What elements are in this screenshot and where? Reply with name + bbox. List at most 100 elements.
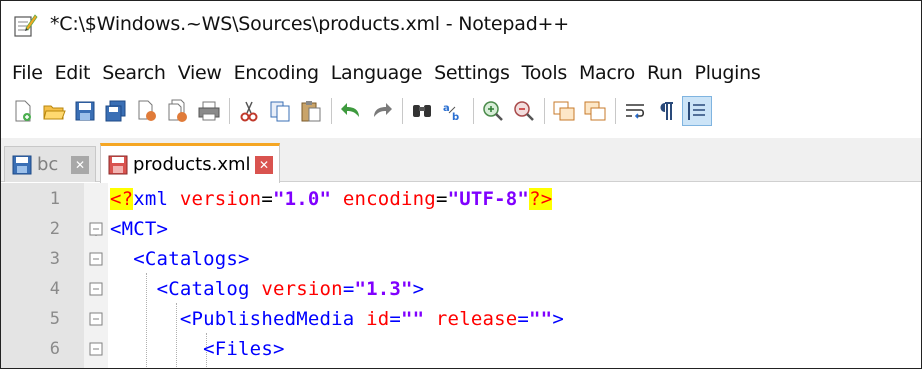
line-number: 3 <box>49 249 60 269</box>
sync-vertical-button[interactable] <box>549 96 579 126</box>
code-token-tag: = <box>389 308 401 330</box>
menu-plugins[interactable]: Plugins <box>691 62 767 84</box>
code-line: 5 <PublishedMedia id="" release=""> <box>0 305 922 335</box>
code-token-tag: > <box>552 308 564 330</box>
menu-tools[interactable]: Tools <box>518 62 573 84</box>
code-token-tag: = <box>342 278 355 300</box>
paste-button[interactable] <box>296 96 326 126</box>
cut-icon <box>240 101 258 122</box>
word-wrap-icon <box>626 104 645 119</box>
word-wrap-button[interactable] <box>620 96 650 126</box>
code-token-attr: encoding <box>342 188 436 210</box>
code-token-tag: > <box>412 278 425 300</box>
redo-button[interactable] <box>367 96 397 126</box>
sync-horizontal-button[interactable] <box>580 96 610 126</box>
code-line: 6 <Files> <box>0 335 922 365</box>
code-token-pi: <? <box>110 188 134 210</box>
unsaved-file-icon <box>108 155 128 174</box>
menu-language[interactable]: Language <box>327 62 428 84</box>
menu-view[interactable]: View <box>174 62 228 84</box>
redo-icon <box>374 103 392 117</box>
menu-search[interactable]: Search <box>98 62 171 84</box>
cut-button[interactable] <box>234 96 264 126</box>
save-all-icon <box>105 100 126 122</box>
save-icon <box>75 101 95 121</box>
code-token-attr: version <box>179 188 262 210</box>
menu-encoding[interactable]: Encoding <box>230 62 325 84</box>
show-all-chars-icon <box>660 102 673 120</box>
line-number: 6 <box>49 339 60 359</box>
code-token-str: "1.3" <box>354 278 413 300</box>
zoom-in-button[interactable] <box>478 96 508 126</box>
menu-run[interactable]: Run <box>643 62 689 84</box>
code-token-name: xml <box>133 188 169 210</box>
menu-file[interactable]: File <box>8 62 49 84</box>
fold-toggle-icon[interactable] <box>89 222 103 236</box>
close-all-button[interactable] <box>163 96 193 126</box>
menu-macro[interactable]: Macro <box>575 62 641 84</box>
window-title: *C:\$Windows.~WS\Sources\products.xml - … <box>50 13 569 35</box>
save-button[interactable] <box>70 96 100 126</box>
close-button[interactable] <box>132 96 162 126</box>
code-text: <PublishedMedia id="" release=""> <box>110 308 564 330</box>
close-icon <box>138 100 156 121</box>
fold-toggle-icon[interactable] <box>89 312 103 326</box>
menu-edit[interactable]: Edit <box>51 62 97 84</box>
code-token-plain: = <box>435 188 448 210</box>
copy-icon <box>270 101 290 122</box>
fold-toggle-icon[interactable] <box>89 282 103 296</box>
new-file-button[interactable] <box>8 96 38 126</box>
code-text: <Catalog version="1.3"> <box>110 278 425 300</box>
replace-icon: ab <box>443 103 459 123</box>
find-button[interactable] <box>407 96 437 126</box>
zoom-in-icon <box>483 101 503 121</box>
zoom-out-icon <box>514 101 534 121</box>
line-number: 1 <box>49 189 60 209</box>
menu-settings[interactable]: Settings <box>430 62 516 84</box>
code-line: 2 <MCT> <box>0 215 922 245</box>
undo-button[interactable] <box>336 96 366 126</box>
open-file-button[interactable] <box>39 96 69 126</box>
line-number: 4 <box>49 279 60 299</box>
fold-toggle-icon[interactable] <box>89 252 103 266</box>
code-token-pi: ?> <box>529 188 553 210</box>
toolbar-separator <box>402 98 403 124</box>
toolbar-separator <box>473 98 474 124</box>
code-text: <MCT> <box>110 218 168 240</box>
code-line: 1 <?xml version="1.0" encoding="UTF-8"?> <box>0 185 922 215</box>
code-token-str: "" <box>401 308 425 330</box>
code-token-tag: <Catalog <box>156 278 262 300</box>
code-text: <?xml version="1.0" encoding="UTF-8"?> <box>110 188 553 210</box>
print-button[interactable] <box>194 96 224 126</box>
indent-guide-button[interactable] <box>682 96 712 126</box>
code-line: 3 <Catalogs> <box>0 245 922 275</box>
tab-bc[interactable]: bc ✕ <box>4 146 96 182</box>
indent-guide-icon <box>688 102 705 120</box>
toolbar-separator <box>544 98 545 124</box>
show-all-chars-button[interactable] <box>651 96 681 126</box>
code-token-str: "1.0" <box>272 188 332 210</box>
code-token-tag: <Catalogs> <box>133 248 250 270</box>
replace-button[interactable]: ab <box>438 96 468 126</box>
tab-close-icon[interactable]: ✕ <box>255 155 273 174</box>
saved-file-icon <box>12 155 32 174</box>
tab-products-xml[interactable]: products.xml ✕ <box>100 143 280 183</box>
save-all-button[interactable] <box>101 96 131 126</box>
tab-bar: bc ✕ products.xml ✕ <box>0 138 922 183</box>
zoom-out-button[interactable] <box>509 96 539 126</box>
sync-vertical-icon <box>553 101 575 121</box>
fold-toggle-icon[interactable] <box>89 342 103 356</box>
code-token-tag: = <box>517 308 530 330</box>
menu-bar: File Edit Search View Encoding Language … <box>0 58 922 88</box>
code-token-tag: <MCT> <box>110 218 169 240</box>
tab-close-icon[interactable]: ✕ <box>71 155 89 174</box>
code-token-attr: version <box>261 278 343 300</box>
print-icon <box>198 101 220 121</box>
editor[interactable]: 1 <?xml version="1.0" encoding="UTF-8"?>… <box>0 183 922 369</box>
copy-button[interactable] <box>265 96 295 126</box>
